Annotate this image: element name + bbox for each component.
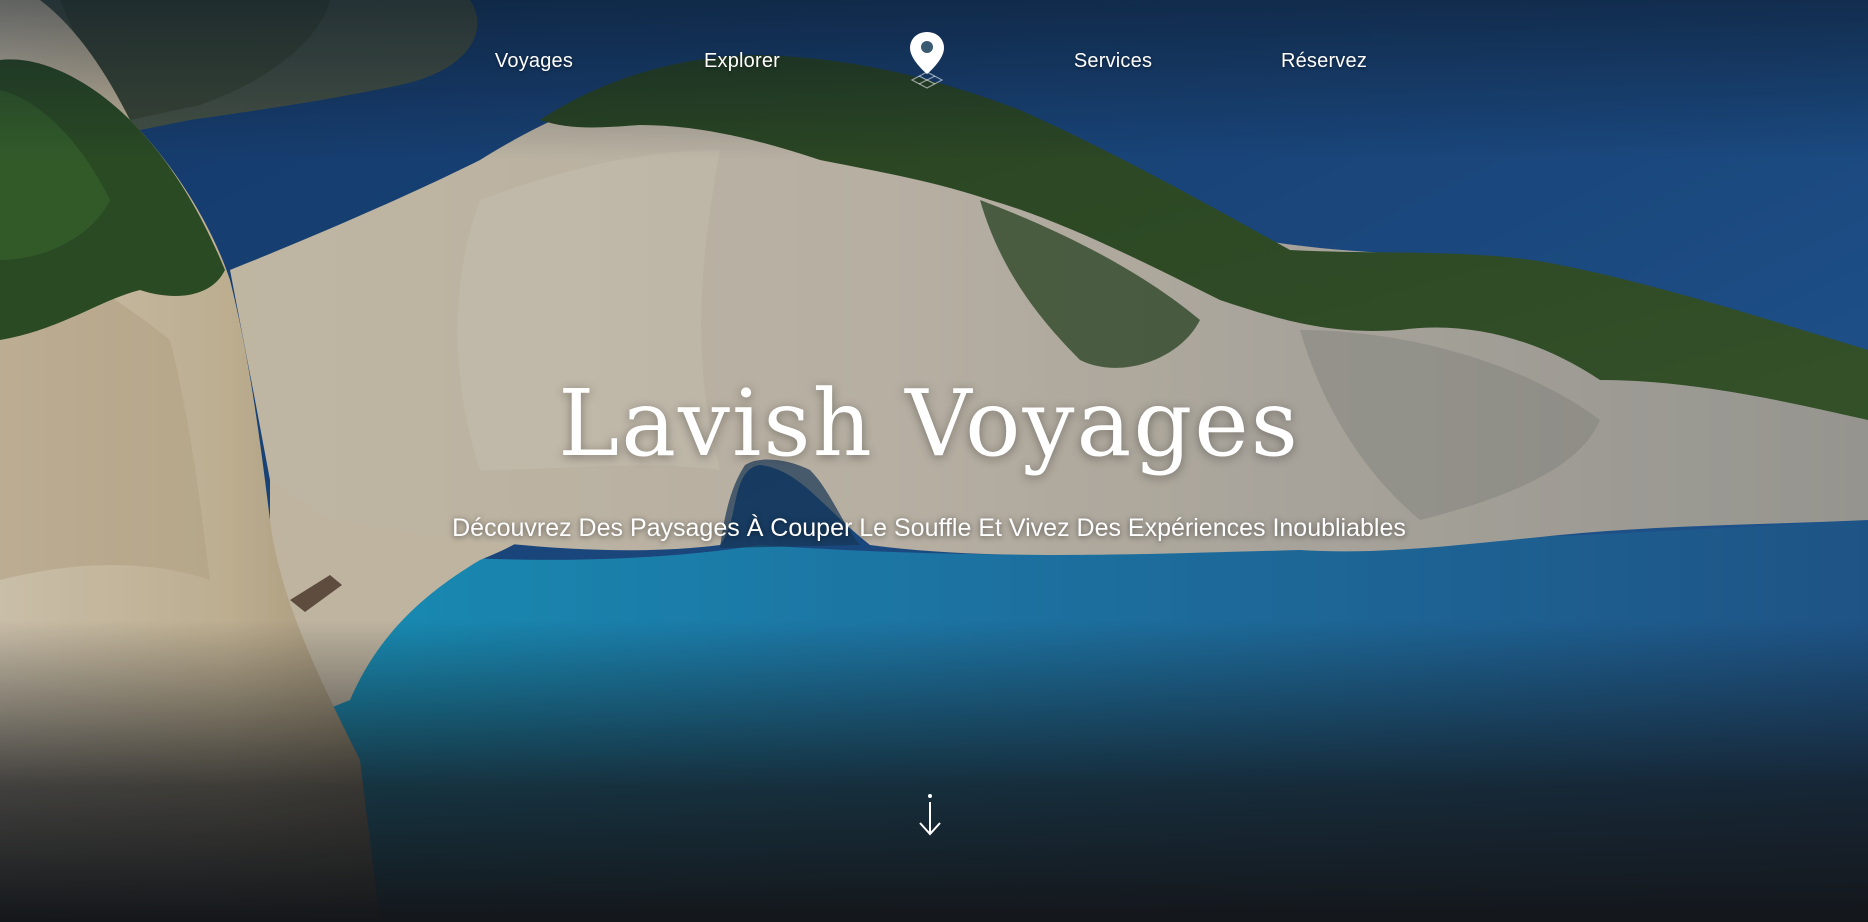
main-navigation: Voyages Explorer Services Réservez	[0, 0, 1868, 110]
nav-link-explorer[interactable]: Explorer	[704, 50, 780, 73]
hero-title: Lavish Voyages	[558, 370, 1300, 477]
map-pin-icon[interactable]	[905, 30, 949, 96]
hero-subtitle: Découvrez Des Paysages À Couper Le Souff…	[452, 514, 1406, 542]
nav-link-voyages[interactable]: Voyages	[495, 50, 573, 73]
nav-link-reservez[interactable]: Réservez	[1281, 50, 1367, 73]
hero-section: Voyages Explorer Services Réservez Lavis…	[0, 0, 1868, 922]
arrow-down-icon[interactable]	[915, 793, 945, 838]
nav-link-services[interactable]: Services	[1074, 50, 1152, 73]
